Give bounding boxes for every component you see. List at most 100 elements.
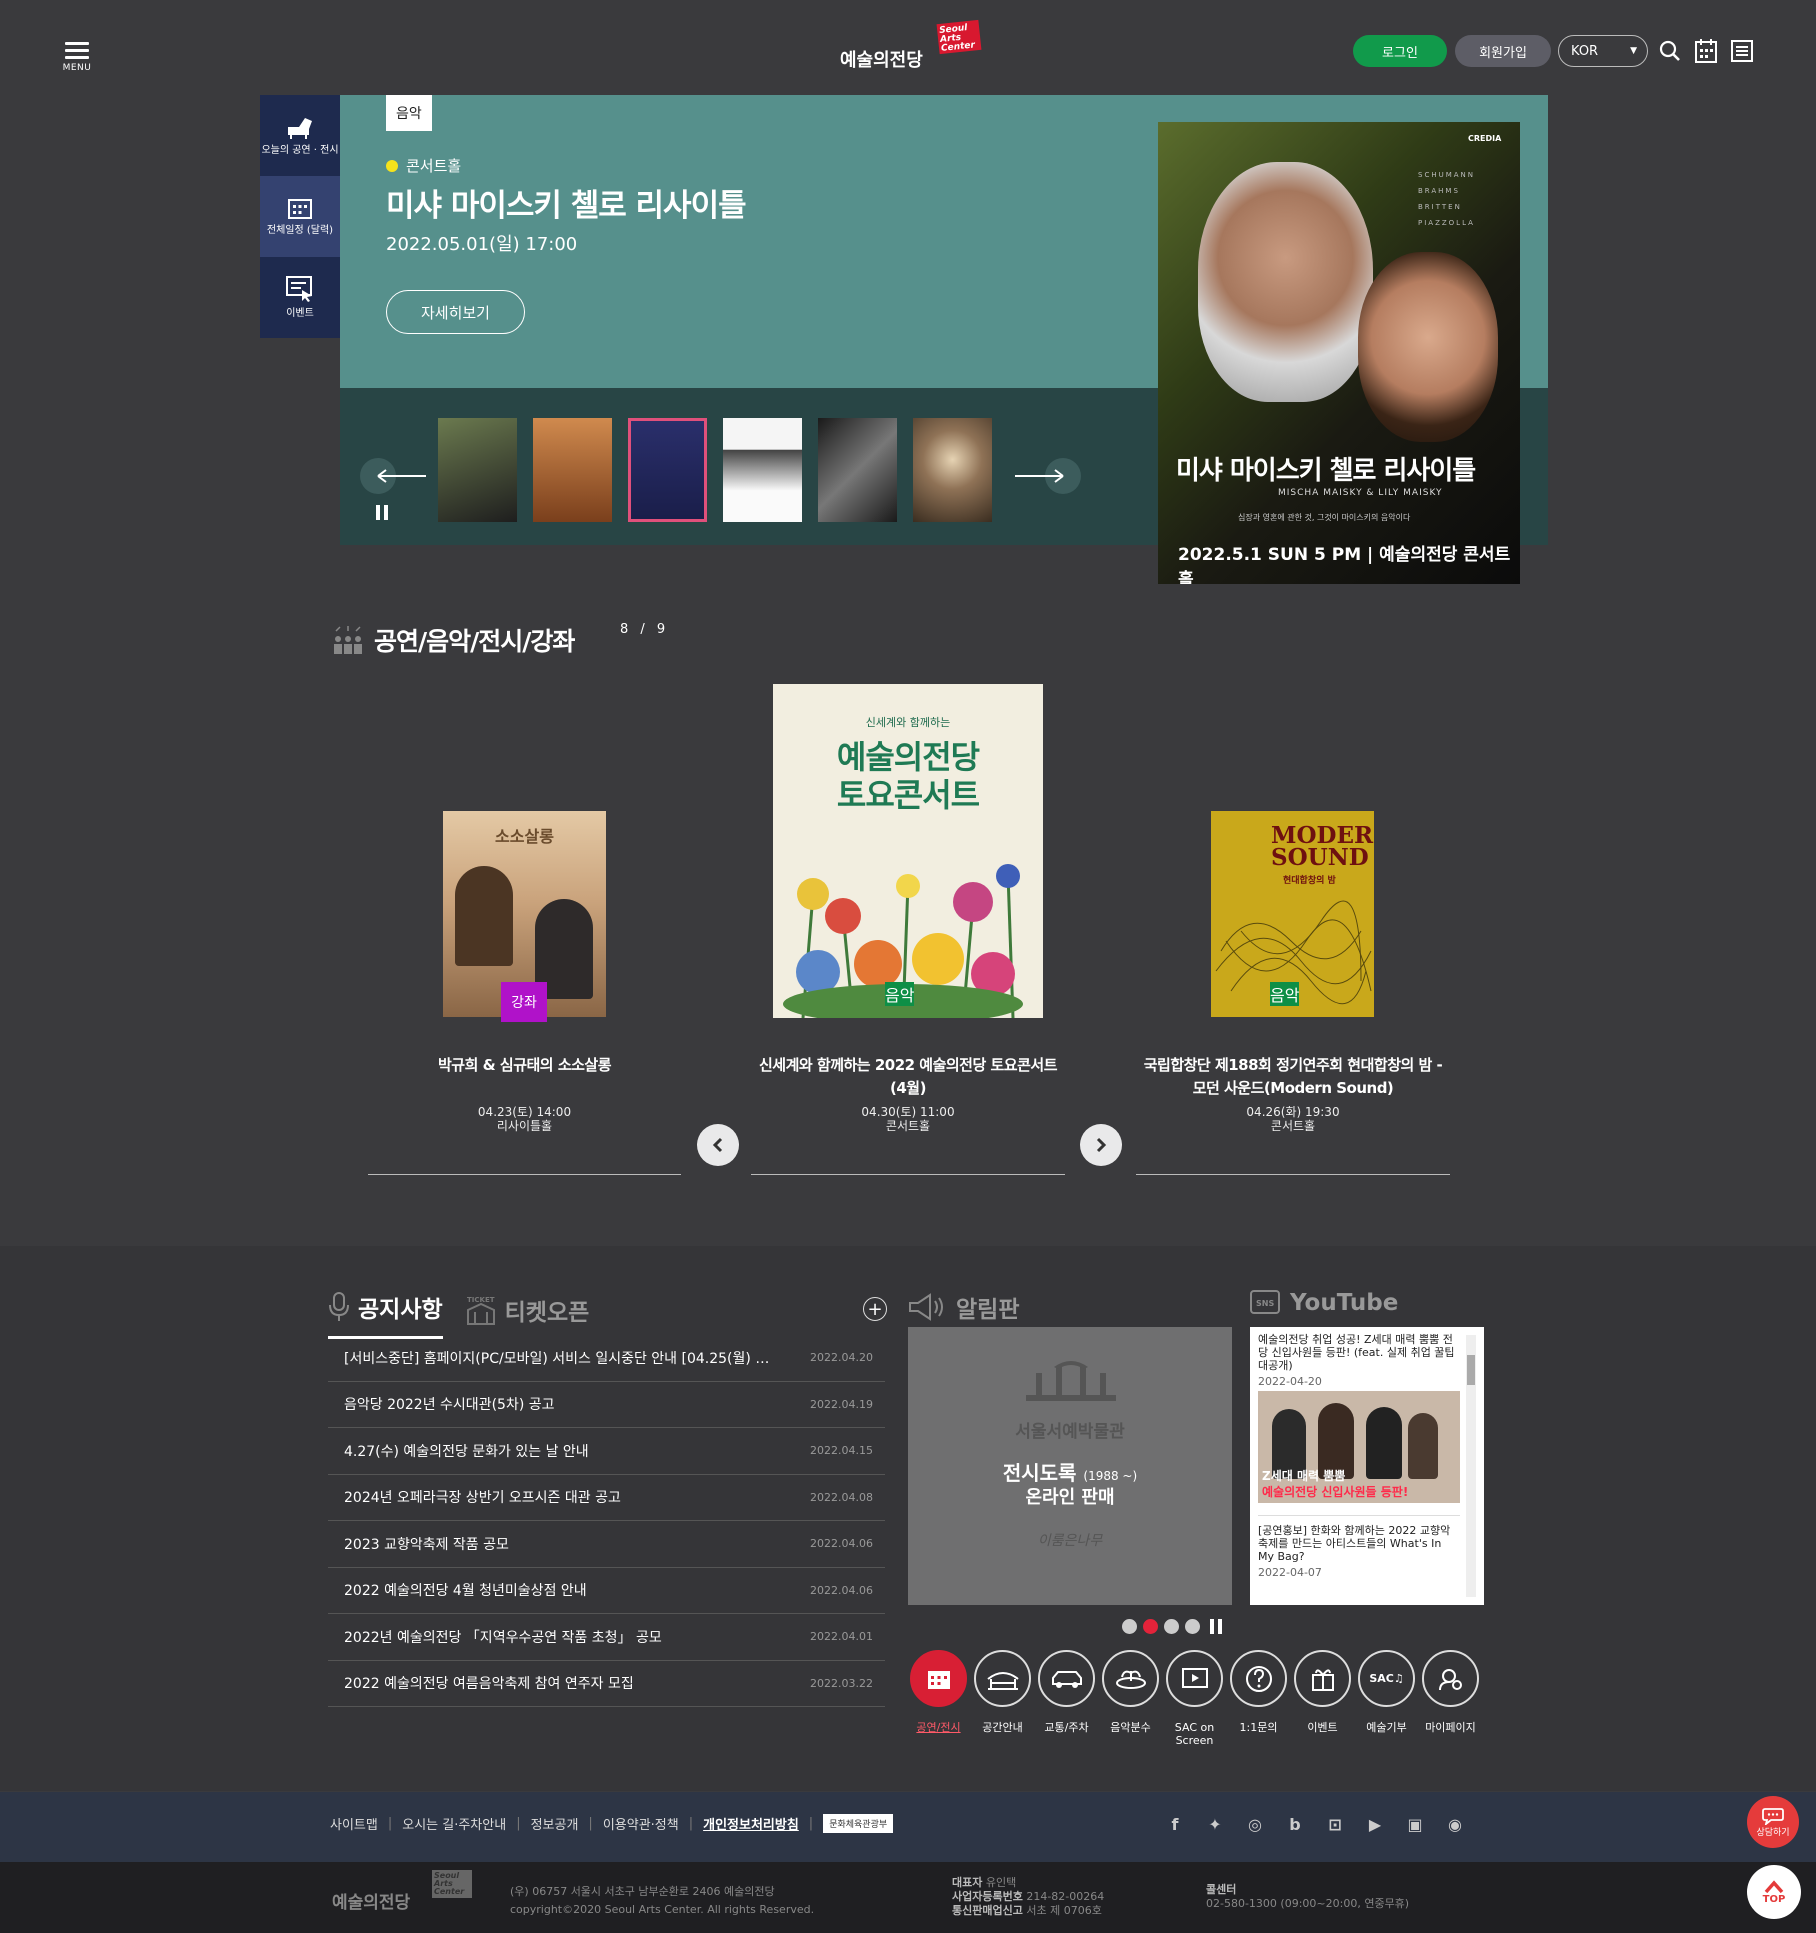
prev-arrow-button[interactable] xyxy=(360,458,426,494)
footer-link-privacy[interactable]: 개인정보처리방침 xyxy=(703,1814,799,1833)
hero-title[interactable]: 미샤 마이스키 첼로 리사이틀 xyxy=(386,180,747,225)
gov-logo[interactable]: 문화체육관광부 xyxy=(823,1814,894,1833)
tab-ticket-open-label: 티켓오픈 xyxy=(504,1300,590,1326)
pause-icon[interactable] xyxy=(1210,1619,1222,1634)
quick-menu-fountain[interactable]: 음악분수 xyxy=(1102,1650,1159,1747)
instagram-icon[interactable]: ◎ xyxy=(1243,1812,1267,1836)
thumbnail[interactable] xyxy=(533,418,612,522)
thumbnail[interactable] xyxy=(913,418,992,522)
next-arrow-button[interactable] xyxy=(1015,458,1081,494)
board-line1: 전시도록 (1988 ~) xyxy=(1002,1461,1138,1485)
quick-menu-performance[interactable]: 공연/전시 xyxy=(910,1650,967,1747)
footer-info xyxy=(0,1862,1816,1933)
carousel-next-button[interactable] xyxy=(1080,1124,1122,1166)
notice-item[interactable]: 2023 교향악축제 작품 공모 2022.04.06 xyxy=(328,1521,885,1568)
board-line2: 온라인 판매 xyxy=(1025,1487,1115,1508)
quick-menu-screen[interactable]: SAC on Screen xyxy=(1166,1650,1223,1747)
poster-line: 토요콘서트 xyxy=(836,776,980,814)
performance-title[interactable]: 국립합창단 제188회 정기연주회 현대합창의 밤 - 모던 사운드(Moder… xyxy=(1136,1054,1450,1100)
poster-date: 2022.5.1 SUN 5 PM | 예술의전당 콘서트홀 xyxy=(1178,545,1511,584)
thumbnail[interactable] xyxy=(438,418,517,522)
calendar-icon[interactable] xyxy=(1693,38,1719,64)
performance-title[interactable]: 박규희 & 심규태의 소소살롱 xyxy=(368,1054,681,1077)
quick-calendar[interactable]: 전체일정 (달력) xyxy=(260,176,340,257)
quick-menu-inquiry[interactable]: 1:1문의 xyxy=(1230,1650,1287,1747)
footer-links-bar xyxy=(0,1792,1816,1862)
quick-menu-donate[interactable]: SAC♫ 예술기부 xyxy=(1358,1650,1415,1747)
notice-item[interactable]: 2024년 오페라극장 상반기 오프시즌 대관 공고 2022.04.08 xyxy=(328,1475,885,1521)
sac-donate-icon: SAC♫ xyxy=(1369,1672,1404,1685)
user-gear-icon xyxy=(1438,1668,1462,1690)
post-icon[interactable]: ⊡ xyxy=(1323,1812,1347,1836)
footer-business-info: 대표자 유인택 사업자등록번호 214-82-00264 통신판매업신고 서초 … xyxy=(952,1876,1105,1917)
pagination-dot[interactable] xyxy=(1143,1619,1158,1634)
chat-bubble-icon xyxy=(1762,1807,1784,1825)
tab-notice[interactable]: 공지사항 xyxy=(328,1290,443,1339)
building-icon xyxy=(986,1671,1019,1690)
pause-icon[interactable] xyxy=(376,505,392,521)
notice-item[interactable]: 2022 예술의전당 여름음악축제 참여 연주자 모집 2022.03.22 xyxy=(328,1661,885,1707)
video-title[interactable]: [공연홍보] 한화와 함께하는 2022 교향악축제를 만드는 아티스트들의 W… xyxy=(1258,1515,1460,1563)
podcast-icon[interactable]: ◉ xyxy=(1443,1812,1467,1836)
pagination-dot[interactable] xyxy=(1122,1619,1137,1634)
poster-line: MODERN SOUND xyxy=(1271,822,1374,871)
ticket-building-icon: TICKET xyxy=(466,1296,495,1325)
quick-menu-space[interactable]: 공간안내 xyxy=(974,1650,1031,1747)
twitter-icon[interactable]: ✦ xyxy=(1203,1812,1227,1836)
gift-icon xyxy=(1311,1668,1334,1691)
pagination-dot[interactable] xyxy=(1164,1619,1179,1634)
notice-item[interactable]: 2022 예술의전당 4월 청년미술상점 안내 2022.04.06 xyxy=(328,1568,885,1614)
footer-link[interactable]: 사이트맵 xyxy=(330,1814,378,1833)
quick-today-label: 오늘의 공연 · 전시 xyxy=(261,145,339,156)
video-thumbnail[interactable]: Z세대 매력 뿜뿜 예술의전당 신입사원들 등판! xyxy=(1258,1391,1460,1503)
category-badge: 음악 xyxy=(1270,982,1300,1006)
quick-menu-mypage[interactable]: 마이페이지 xyxy=(1422,1650,1479,1747)
notice-board-banner[interactable]: 서울서예박물관 전시도록 (1988 ~) 온라인 판매 이룸은나무 xyxy=(908,1327,1232,1605)
notice-item[interactable]: [서비스중단] 홈페이지(PC/모바일) 서비스 일시중단 안내 [04.25(… xyxy=(328,1335,885,1382)
video-title[interactable]: 예술의전당 취업 성공! Z세대 매력 뿜뿜 전당 신입사원들 등판! (fea… xyxy=(1258,1333,1460,1372)
notice-item[interactable]: 4.27(수) 예술의전당 문화가 있는 날 안내 2022.04.15 xyxy=(328,1428,885,1475)
hamburger-icon xyxy=(65,42,89,45)
section-pager: 8 / 9 xyxy=(620,622,670,637)
more-plus-icon[interactable]: + xyxy=(863,1297,887,1321)
top-label: TOP xyxy=(1762,1893,1786,1905)
hero-poster[interactable]: CREDIA SCHUMANN BRAHMS BRITTEN PIAZZOLLA… xyxy=(1158,122,1520,584)
play-icon[interactable]: ▶ xyxy=(1363,1812,1387,1836)
detail-button[interactable]: 자세히보기 xyxy=(386,290,525,334)
chat-button[interactable]: 상담하기 xyxy=(1747,1796,1799,1848)
thumbnail[interactable] xyxy=(818,418,897,522)
quick-today[interactable]: 오늘의 공연 · 전시 xyxy=(260,95,340,176)
performance-title[interactable]: 신세계와 함께하는 2022 예술의전당 토요콘서트 (4월) xyxy=(751,1054,1065,1100)
quick-menu-traffic[interactable]: 교통/주차 xyxy=(1038,1650,1095,1747)
poster-title: 소소살롱 xyxy=(495,827,554,846)
calendar-icon xyxy=(288,199,312,219)
pagination-dot[interactable] xyxy=(1185,1619,1200,1634)
quick-menu-event[interactable]: 이벤트 xyxy=(1294,1650,1351,1747)
sitemap-list-icon[interactable] xyxy=(1729,38,1755,64)
join-button[interactable]: 회원가입 xyxy=(1455,35,1551,67)
notice-item[interactable]: 음악당 2022년 수시대관(5차) 공고 2022.04.19 xyxy=(328,1382,885,1428)
facebook-icon[interactable]: f xyxy=(1163,1812,1187,1836)
menu-button[interactable]: MENU xyxy=(62,38,92,73)
quick-event[interactable]: 이벤트 xyxy=(260,257,340,338)
notice-item[interactable]: 2022년 예술의전당 「지역우수공연 작품 초청」 공모 2022.04.01 xyxy=(328,1614,885,1661)
notice-tabs: 공지사항 TICKET 티켓오픈 xyxy=(328,1290,589,1339)
footer-link[interactable]: 오시는 길·주차안내 xyxy=(402,1814,506,1833)
language-select[interactable]: KOR ▼ xyxy=(1558,35,1648,67)
login-button[interactable]: 로그인 xyxy=(1353,35,1447,67)
carousel-prev-button[interactable] xyxy=(697,1124,739,1166)
section-title-text: 공연/음악/전시/강좌 xyxy=(374,627,575,656)
performance-poster[interactable]: 신세계와 함께하는 예술의전당 토요콘서트 xyxy=(773,684,1043,1018)
tab-ticket-open[interactable]: TICKET 티켓오픈 xyxy=(465,1293,590,1339)
thumbnail[interactable] xyxy=(723,418,802,522)
youtube-icon[interactable]: ▣ xyxy=(1403,1812,1427,1836)
hero-venue-label: 콘서트홀 xyxy=(406,157,462,175)
footer-link[interactable]: 이용약관·정책 xyxy=(603,1814,679,1833)
board-heading-text: 알림판 xyxy=(956,1297,1020,1323)
scrollbar[interactable] xyxy=(1466,1335,1476,1597)
footer-link[interactable]: 정보공개 xyxy=(531,1814,579,1833)
blog-icon[interactable]: b xyxy=(1283,1812,1307,1836)
scroll-top-button[interactable]: TOP xyxy=(1747,1865,1801,1919)
search-icon[interactable] xyxy=(1657,38,1683,64)
thumbnail[interactable] xyxy=(628,418,707,522)
